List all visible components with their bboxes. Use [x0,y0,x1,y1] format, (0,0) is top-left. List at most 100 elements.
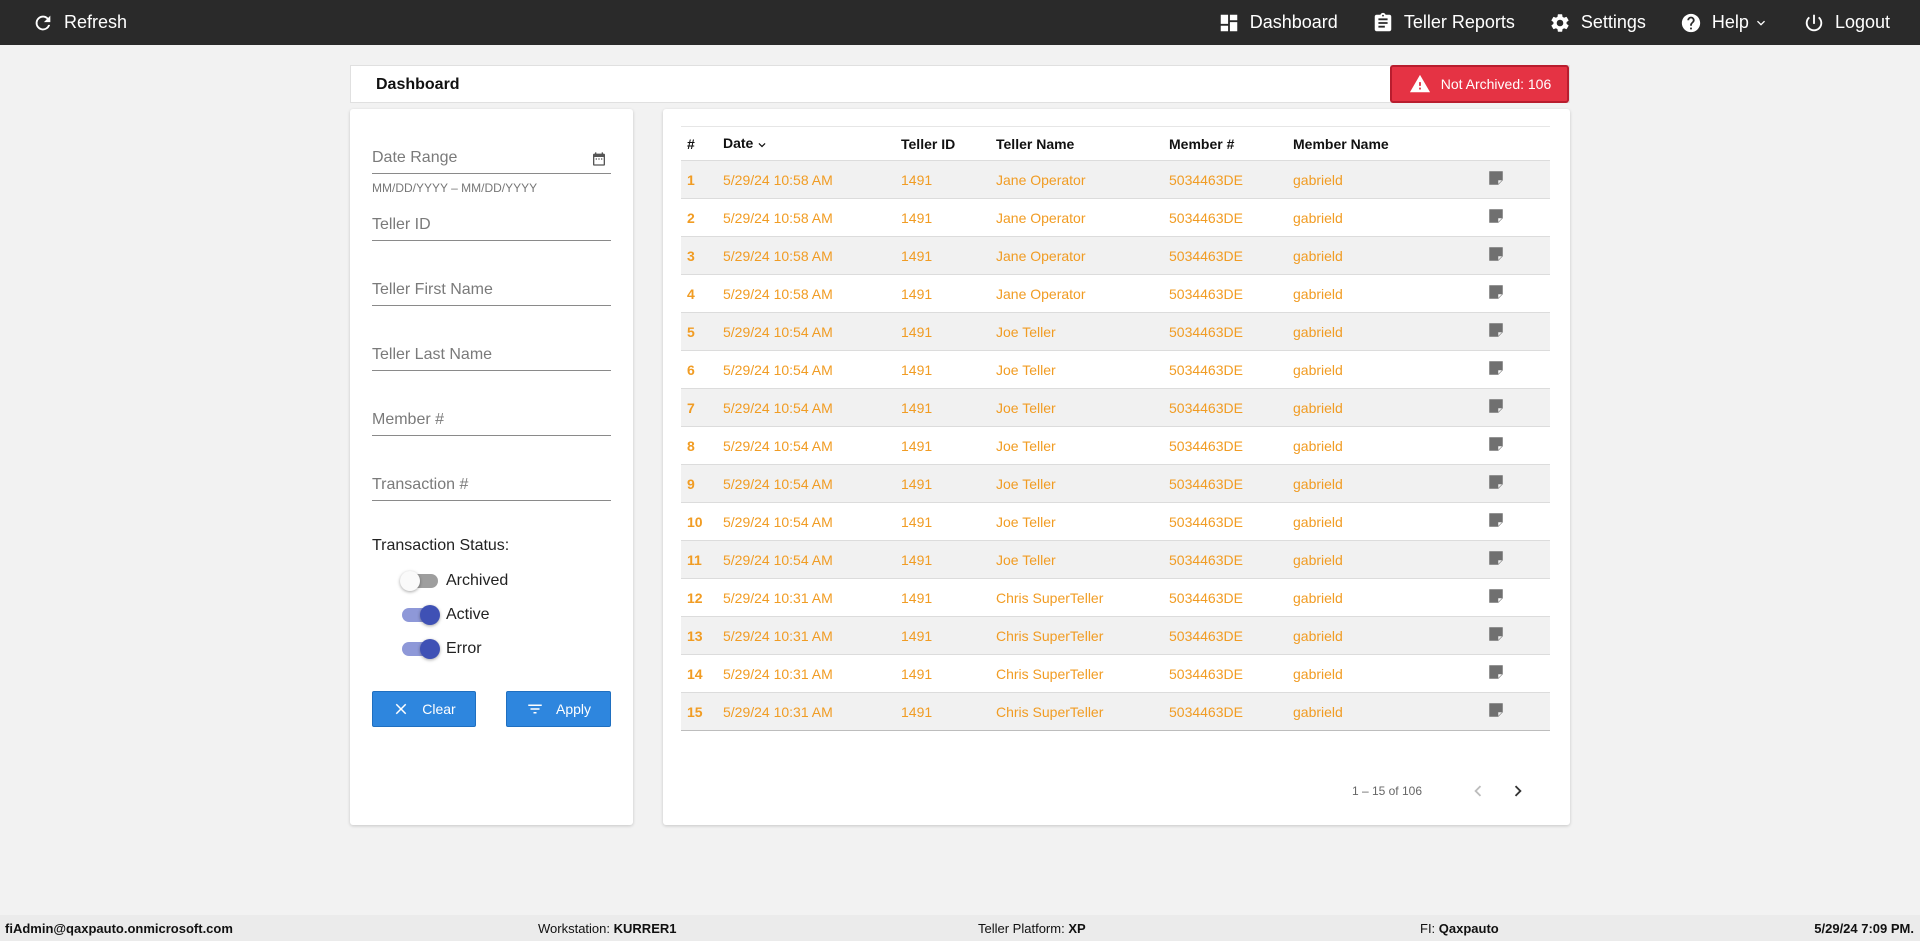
cell-member-name[interactable]: gabrield [1287,161,1481,199]
cell-teller-id[interactable]: 1491 [895,541,990,579]
note-icon[interactable] [1487,435,1505,453]
cell-member-name[interactable]: gabrield [1287,275,1481,313]
cell-teller-name[interactable]: Chris SuperTeller [990,655,1163,693]
cell-teller-name[interactable]: Joe Teller [990,313,1163,351]
clear-button[interactable]: Clear [372,691,476,727]
cell-member-name[interactable]: gabrield [1287,427,1481,465]
note-icon[interactable] [1487,625,1505,643]
cell-date[interactable]: 5/29/24 10:54 AM [717,427,895,465]
cell-member-name[interactable]: gabrield [1287,199,1481,237]
cell-number[interactable]: 7 [681,389,717,427]
cell-teller-name[interactable]: Joe Teller [990,503,1163,541]
cell-teller-id[interactable]: 1491 [895,617,990,655]
cell-member-number[interactable]: 5034463DE [1163,275,1287,313]
cell-member-number[interactable]: 5034463DE [1163,199,1287,237]
table-row[interactable]: 8 5/29/24 10:54 AM 1491 Joe Teller 5034463DE… [681,427,1550,465]
note-icon[interactable] [1487,587,1505,605]
note-icon[interactable] [1487,245,1505,263]
next-page-button[interactable] [1506,779,1530,803]
cell-teller-id[interactable]: 1491 [895,275,990,313]
cell-number[interactable]: 10 [681,503,717,541]
toggle-archived[interactable]: Archived [400,571,508,591]
note-icon[interactable] [1487,169,1505,187]
cell-teller-name[interactable]: Jane Operator [990,275,1163,313]
toggle-active[interactable]: Active [402,605,490,625]
nav-teller-reports[interactable]: Teller Reports [1372,12,1515,34]
cell-member-name[interactable]: gabrield [1287,541,1481,579]
table-row[interactable]: 15 5/29/24 10:31 AM 1491 Chris SuperTeller 5… [681,692,1550,731]
cell-number[interactable]: 3 [681,237,717,275]
cell-date[interactable]: 5/29/24 10:54 AM [717,541,895,579]
cell-teller-name[interactable]: Chris SuperTeller [990,579,1163,617]
note-icon[interactable] [1487,701,1505,719]
cell-member-number[interactable]: 5034463DE [1163,237,1287,275]
toggle-error[interactable]: Error [402,639,482,659]
cell-teller-name[interactable]: Joe Teller [990,541,1163,579]
cell-member-number[interactable]: 5034463DE [1163,161,1287,199]
cell-number[interactable]: 11 [681,541,717,579]
cell-member-number[interactable]: 5034463DE [1163,313,1287,351]
cell-member-name[interactable]: gabrield [1287,237,1481,275]
archived-switch[interactable] [400,571,438,591]
table-row[interactable]: 2 5/29/24 10:58 AM 1491 Jane Operator 503446… [681,199,1550,237]
teller-first-name-input[interactable] [372,277,582,303]
cell-date[interactable]: 5/29/24 10:54 AM [717,503,895,541]
sort-desc-icon[interactable] [753,135,769,151]
table-row[interactable]: 12 5/29/24 10:31 AM 1491 Chris SuperTeller 5… [681,579,1550,617]
cell-member-name[interactable]: gabrield [1287,503,1481,541]
nav-dashboard[interactable]: Dashboard [1218,12,1338,34]
nav-help[interactable]: Help [1680,12,1769,34]
not-archived-badge[interactable]: Not Archived: 106 [1390,65,1569,103]
column-header-date[interactable]: Date [717,127,895,161]
cell-teller-id[interactable]: 1491 [895,389,990,427]
cell-member-name[interactable]: gabrield [1287,579,1481,617]
teller-first-name-field[interactable] [372,277,611,306]
cell-member-number[interactable]: 5034463DE [1163,427,1287,465]
cell-date[interactable]: 5/29/24 10:31 AM [717,617,895,655]
date-range-input[interactable] [372,145,582,171]
member-number-field[interactable] [372,407,611,436]
cell-teller-id[interactable]: 1491 [895,351,990,389]
table-row[interactable]: 9 5/29/24 10:54 AM 1491 Joe Teller 5034463DE… [681,464,1550,503]
note-icon[interactable] [1487,663,1505,681]
cell-member-number[interactable]: 5034463DE [1163,351,1287,389]
table-row[interactable]: 11 5/29/24 10:54 AM 1491 Joe Teller 5034463D… [681,540,1550,579]
cell-number[interactable]: 4 [681,275,717,313]
cell-teller-name[interactable]: Jane Operator [990,199,1163,237]
cell-member-name[interactable]: gabrield [1287,389,1481,427]
note-icon[interactable] [1487,283,1505,301]
table-row[interactable]: 13 5/29/24 10:31 AM 1491 Chris SuperTeller 5… [681,616,1550,655]
cell-date[interactable]: 5/29/24 10:54 AM [717,389,895,427]
teller-last-name-field[interactable] [372,342,611,371]
cell-teller-id[interactable]: 1491 [895,313,990,351]
note-icon[interactable] [1487,207,1505,225]
cell-teller-name[interactable]: Joe Teller [990,465,1163,503]
cell-teller-name[interactable]: Chris SuperTeller [990,617,1163,655]
cell-date[interactable]: 5/29/24 10:54 AM [717,351,895,389]
table-row[interactable]: 5 5/29/24 10:54 AM 1491 Joe Teller 5034463DE… [681,312,1550,351]
previous-page-button[interactable] [1466,779,1490,803]
cell-member-number[interactable]: 5034463DE [1163,541,1287,579]
cell-member-name[interactable]: gabrield [1287,693,1481,731]
table-row[interactable]: 4 5/29/24 10:58 AM 1491 Jane Operator 503446… [681,275,1550,313]
cell-number[interactable]: 5 [681,313,717,351]
table-row[interactable]: 6 5/29/24 10:54 AM 1491 Joe Teller 5034463DE… [681,351,1550,389]
table-row[interactable]: 7 5/29/24 10:54 AM 1491 Joe Teller 5034463DE… [681,388,1550,427]
cell-number[interactable]: 12 [681,579,717,617]
teller-id-field[interactable] [372,212,611,241]
calendar-icon[interactable] [591,151,607,167]
cell-number[interactable]: 15 [681,693,717,731]
error-switch[interactable] [402,639,440,659]
transaction-number-input[interactable] [372,472,582,498]
table-row[interactable]: 3 5/29/24 10:58 AM 1491 Jane Operator 503446… [681,236,1550,275]
cell-member-name[interactable]: gabrield [1287,617,1481,655]
date-range-field[interactable] [372,145,611,174]
table-row[interactable]: 10 5/29/24 10:54 AM 1491 Joe Teller 5034463D… [681,503,1550,541]
cell-date[interactable]: 5/29/24 10:58 AM [717,275,895,313]
teller-last-name-input[interactable] [372,342,582,368]
note-icon[interactable] [1487,549,1505,567]
cell-member-number[interactable]: 5034463DE [1163,503,1287,541]
cell-date[interactable]: 5/29/24 10:58 AM [717,161,895,199]
cell-teller-name[interactable]: Joe Teller [990,427,1163,465]
note-icon[interactable] [1487,511,1505,529]
